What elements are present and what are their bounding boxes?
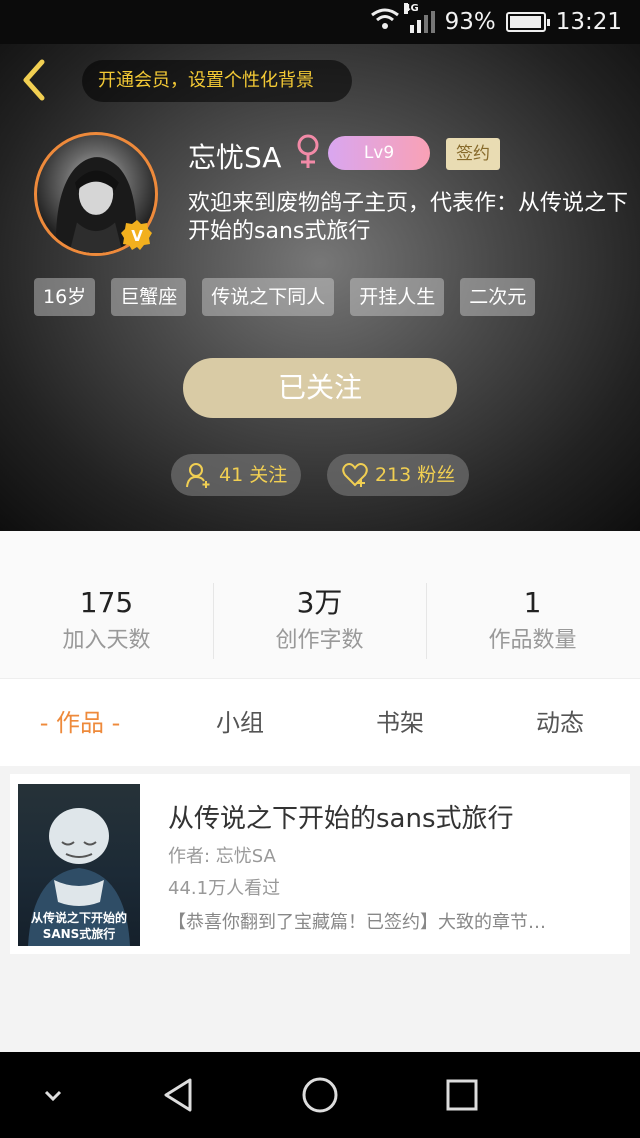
tab-activity[interactable]: 动态: [480, 679, 640, 767]
work-views: 44.1万人看过: [168, 878, 281, 899]
following-count: 41 关注: [219, 464, 288, 486]
stat-word-count: 3万 创作字数: [213, 583, 426, 659]
nav-back-icon: [164, 1078, 192, 1112]
fans-button[interactable]: 213 粉丝: [327, 454, 469, 496]
tag-item: 巨蟹座: [111, 278, 187, 316]
profile-header: 开通会员，设置个性化背景 V 忘忧SA Lv9 签约 欢迎来到废物鸽子主页，代表…: [0, 44, 640, 531]
tag-item: 二次元: [460, 278, 536, 316]
verified-v-icon: V: [120, 218, 154, 252]
signal-icon: 4G: [403, 3, 435, 33]
back-button[interactable]: [16, 58, 52, 102]
followed-button[interactable]: 已关注: [183, 358, 457, 418]
following-button[interactable]: 41 关注: [171, 454, 301, 496]
vip-background-banner[interactable]: 开通会员，设置个性化背景: [82, 60, 352, 102]
nav-recent-icon: [446, 1079, 478, 1111]
stat-works-count: 1 作品数量: [426, 583, 639, 659]
cover-title: 从传说之下开始的SANS式旅行: [30, 911, 127, 941]
work-description: 【恭喜你翻到了宝藏篇！已签约】大致的章节…: [168, 912, 546, 933]
work-author: 作者: 忘忧SA: [168, 846, 276, 867]
stat-value: 1: [523, 586, 542, 619]
stat-join-days: 175 加入天数: [0, 583, 213, 659]
work-card[interactable]: 从传说之下开始的SANS式旅行 从传说之下开始的sans式旅行 作者: 忘忧SA…: [10, 774, 630, 954]
female-icon: [294, 134, 322, 170]
wifi-icon: [370, 7, 400, 37]
clock: 13:21: [555, 9, 622, 35]
battery-icon: [505, 12, 550, 32]
profile-tags: 16岁 巨蟹座 传说之下同人 开挂人生 二次元: [34, 278, 536, 316]
nav-home-icon: [302, 1077, 338, 1113]
stats-section: 175 加入天数 3万 创作字数 1 作品数量: [0, 531, 640, 678]
nav-down-icon: [44, 1090, 62, 1102]
stat-label: 作品数量: [488, 628, 577, 653]
stat-value: 175: [79, 586, 134, 619]
level-badge: Lv9: [328, 136, 430, 170]
stat-value: 3万: [296, 586, 343, 619]
profile-intro: 欢迎来到废物鸽子主页，代表作：从传说之下开始的sans式旅行: [188, 191, 629, 244]
nav-home-button[interactable]: [295, 1072, 345, 1118]
stat-label: 加入天数: [62, 628, 151, 653]
nav-down-button[interactable]: [28, 1072, 78, 1118]
battery-percent: 93%: [444, 9, 496, 35]
nav-recent-button[interactable]: [437, 1072, 487, 1118]
work-cover[interactable]: 从传说之下开始的SANS式旅行: [18, 784, 140, 946]
heart-icon: [342, 463, 368, 487]
nickname: 忘忧SA: [188, 141, 282, 174]
system-nav-bar: [0, 1052, 640, 1138]
tab-bookshelf[interactable]: 书架: [320, 679, 480, 767]
tag-item: 开挂人生: [350, 278, 445, 316]
tab-bar: - 作品 - 小组 书架 动态: [0, 678, 640, 766]
tab-works[interactable]: - 作品 -: [0, 679, 160, 767]
status-bar: 4G 93% 13:21: [0, 0, 640, 44]
nav-back-button[interactable]: [154, 1072, 204, 1118]
back-arrow-icon: [23, 59, 45, 101]
tab-groups[interactable]: 小组: [160, 679, 320, 767]
works-list: 从传说之下开始的SANS式旅行 从传说之下开始的sans式旅行 作者: 忘忧SA…: [0, 766, 640, 1052]
tag-item: 16岁: [34, 278, 96, 316]
tag-item: 传说之下同人: [202, 278, 335, 316]
svg-text:V: V: [131, 227, 143, 245]
status-indicators: 4G 93% 13:21: [370, 3, 622, 38]
fans-count: 213 粉丝: [375, 464, 456, 486]
work-title[interactable]: 从传说之下开始的sans式旅行: [168, 798, 514, 835]
add-user-icon: [186, 463, 210, 488]
stat-label: 创作字数: [275, 628, 364, 653]
network-type: 4G: [403, 3, 419, 14]
signed-badge: 签约: [446, 138, 500, 170]
